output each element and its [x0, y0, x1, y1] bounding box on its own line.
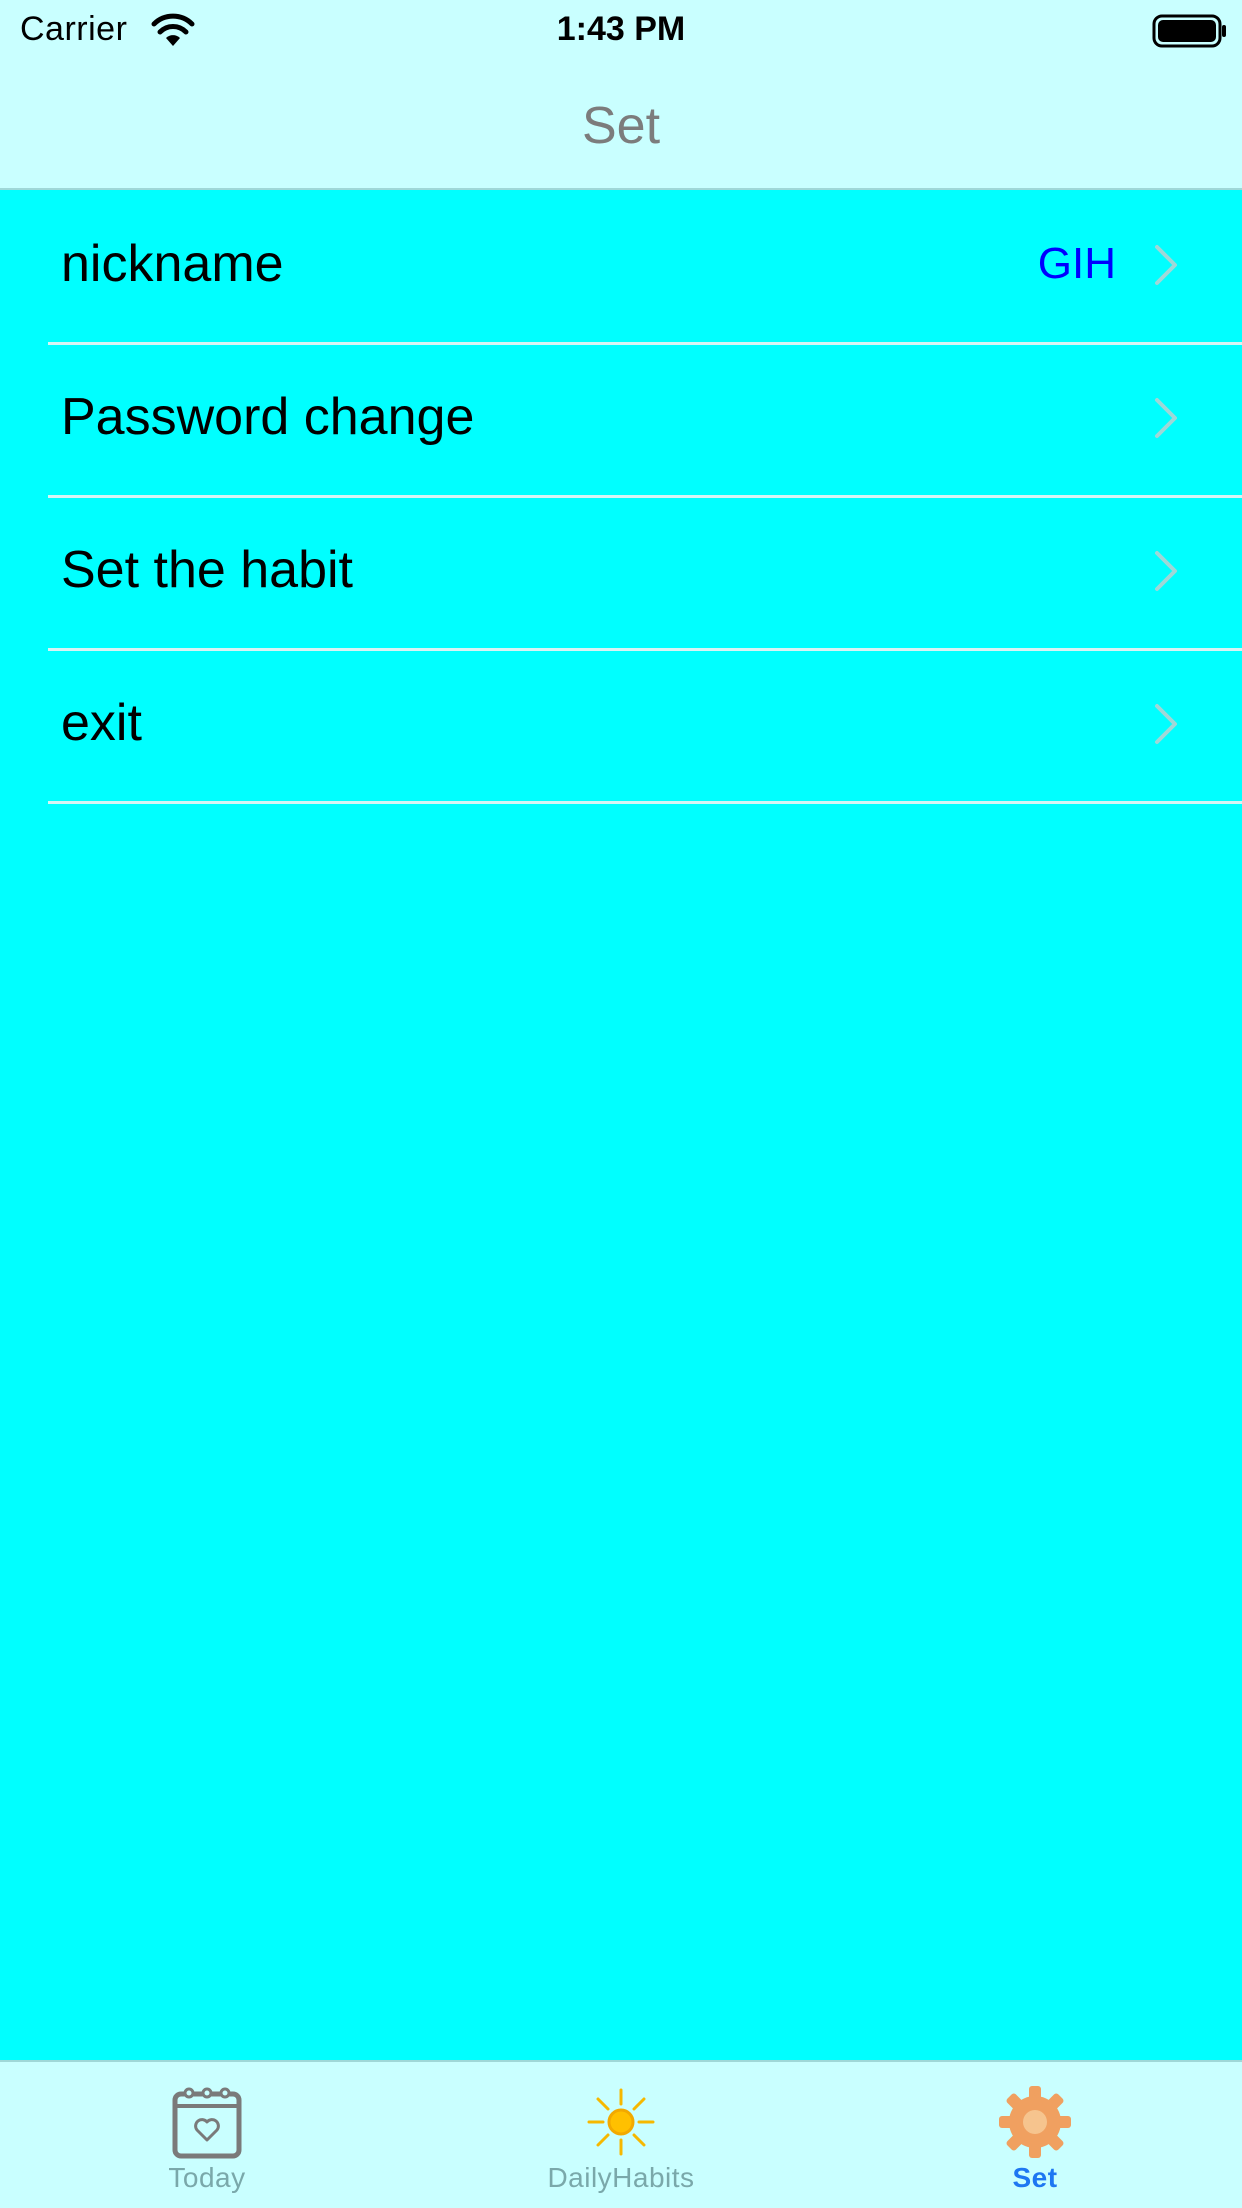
chevron-right-icon [1155, 245, 1177, 285]
settings-list: nickname GIH Password change Set the hab… [0, 192, 1242, 804]
tab-bar: Today DailyHabits Set [0, 2060, 1242, 2208]
tab-set[interactable]: Set [828, 2062, 1242, 2208]
settings-row-exit[interactable]: exit [0, 651, 1242, 804]
row-separator [48, 801, 1242, 804]
chevron-right-icon [1155, 704, 1177, 744]
gear-icon [999, 2086, 1071, 2158]
sun-icon [587, 2088, 655, 2156]
tab-label: Set [1012, 2162, 1058, 2193]
settings-screen: Carrier 1:43 PM Set nickname GIH Passwor… [0, 0, 1242, 2208]
calendar-heart-icon [172, 2087, 242, 2159]
top-bar: Carrier 1:43 PM Set [0, 0, 1242, 190]
row-label: Set the habit [61, 541, 353, 599]
row-label: nickname [61, 235, 284, 293]
settings-row-set-habit[interactable]: Set the habit [0, 498, 1242, 651]
settings-row-nickname[interactable]: nickname GIH [0, 192, 1242, 345]
chevron-right-icon [1155, 551, 1177, 591]
chevron-right-icon [1155, 398, 1177, 438]
status-bar: Carrier 1:43 PM [0, 0, 1242, 62]
row-label: Password change [61, 388, 475, 446]
settings-row-password-change[interactable]: Password change [0, 345, 1242, 498]
row-label: exit [61, 694, 142, 752]
tab-label: Today [168, 2162, 246, 2193]
page-title: Set [581, 97, 661, 155]
tab-today[interactable]: Today [0, 2062, 414, 2208]
tab-dailyhabits[interactable]: DailyHabits [414, 2062, 828, 2208]
status-time: 1:43 PM [556, 10, 686, 48]
tab-label: DailyHabits [547, 2162, 695, 2193]
battery-icon [1152, 14, 1226, 48]
nickname-value: GIH [1037, 239, 1116, 288]
